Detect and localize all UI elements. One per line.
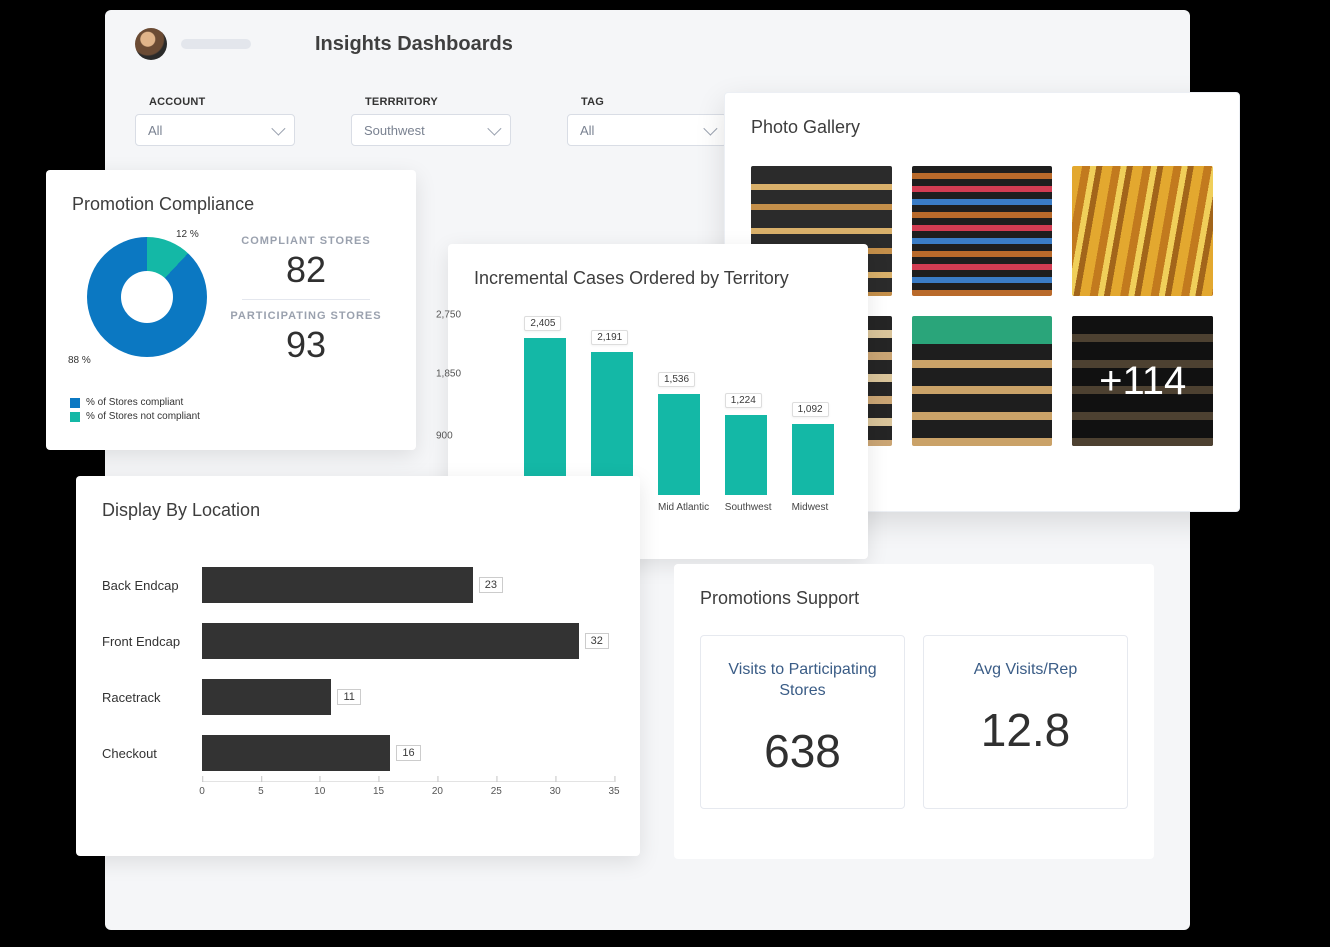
legend-item-notcompliant: % of Stores not compliant <box>70 411 270 422</box>
filter-account: ACCOUNT All <box>135 96 295 146</box>
y-tick: 900 <box>436 431 453 442</box>
incremental-cases-title: Incremental Cases Ordered by Territory <box>474 268 842 289</box>
chevron-down-icon <box>271 122 285 136</box>
y-tick: 1,850 <box>436 368 461 379</box>
bar-value-label: 2,405 <box>524 316 561 331</box>
filter-territory-label: TERRRITORY <box>365 96 511 108</box>
compliant-stores-label: COMPLIANT STORES <box>222 235 390 247</box>
chevron-down-icon <box>487 122 501 136</box>
tile-avg-visits-label: Avg Visits/Rep <box>934 660 1117 681</box>
swatch-icon <box>70 398 80 408</box>
compliance-donut-wrap: 88 % 12 % % of Stores compliant % of Sto… <box>72 225 222 375</box>
tile-avg-visits-value: 12.8 <box>934 703 1117 757</box>
filter-territory: TERRRITORY Southwest <box>351 96 511 146</box>
filters-bar: ACCOUNT All TERRRITORY Southwest TAG All <box>135 96 727 146</box>
participating-stores-label: PARTICIPATING STORES <box>222 310 390 322</box>
x-tick: 10 <box>314 786 325 797</box>
account-select[interactable]: All <box>135 114 295 146</box>
hbar <box>202 567 473 603</box>
bar: 1,092Midwest <box>789 424 836 495</box>
hbar <box>202 735 390 771</box>
hbar-value: 23 <box>479 577 503 593</box>
x-category: Midwest <box>792 502 829 513</box>
gallery-photo[interactable] <box>912 316 1053 446</box>
promotion-compliance-title: Promotion Compliance <box>72 194 390 215</box>
gallery-photo[interactable] <box>912 166 1053 296</box>
legend-notcompliant-label: % of Stores not compliant <box>86 411 200 422</box>
x-tick: 25 <box>491 786 502 797</box>
filter-tag: TAG All <box>567 96 727 146</box>
chevron-down-icon <box>703 122 717 136</box>
hbar-value: 11 <box>337 689 360 705</box>
page-title: Insights Dashboards <box>315 33 513 56</box>
tag-select[interactable]: All <box>567 114 727 146</box>
tile-visits-value: 638 <box>711 724 894 778</box>
hbar-row: Back Endcap 23 <box>102 557 614 613</box>
compliance-stats: COMPLIANT STORES 82 PARTICIPATING STORES… <box>222 225 390 375</box>
hbar-value: 32 <box>585 633 609 649</box>
gallery-photo-more[interactable]: +114 <box>1072 316 1213 446</box>
hbar-label: Back Endcap <box>102 578 202 593</box>
account-select-value: All <box>148 123 162 138</box>
hbar-value: 16 <box>396 745 420 761</box>
photo-gallery-title: Photo Gallery <box>751 117 1213 138</box>
display-by-location-card: Display By Location Back Endcap 23 Front E… <box>76 476 640 856</box>
compliance-legend: % of Stores compliant % of Stores not co… <box>70 397 270 425</box>
filter-tag-label: TAG <box>581 96 727 108</box>
avatar[interactable] <box>135 28 167 60</box>
gallery-more-count: +114 <box>1099 359 1186 404</box>
hbar-row: Front Endcap 32 <box>102 613 614 669</box>
x-tick: 15 <box>373 786 384 797</box>
promotion-compliance-card: Promotion Compliance 88 % 12 % % of Stor… <box>46 170 416 450</box>
territory-select-value: Southwest <box>364 123 425 138</box>
hbar-label: Checkout <box>102 746 202 761</box>
tile-avg-visits: Avg Visits/Rep 12.8 <box>923 635 1128 809</box>
y-tick: 2,750 <box>436 310 461 321</box>
header: Insights Dashboards <box>135 28 513 60</box>
tile-visits: Visits to Participating Stores 638 <box>700 635 905 809</box>
display-by-location-title: Display By Location <box>102 500 614 521</box>
x-category: Southwest <box>725 502 772 513</box>
participating-stores-value: 93 <box>222 324 390 366</box>
donut-label-88: 88 % <box>68 355 91 366</box>
hbar-label: Racetrack <box>102 690 202 705</box>
bar: 1,224Southwest <box>722 415 769 495</box>
display-by-location-chart: Back Endcap 23 Front Endcap 32 Racetrack 11 Ch… <box>102 557 614 837</box>
filter-account-label: ACCOUNT <box>149 96 295 108</box>
legend-item-compliant: % of Stores compliant <box>70 397 270 408</box>
donut-label-12: 12 % <box>176 229 199 240</box>
tile-visits-label: Visits to Participating Stores <box>711 660 894 702</box>
hbar-row: Checkout 16 <box>102 725 614 781</box>
compliance-donut-chart <box>87 237 207 357</box>
bar-value-label: 1,224 <box>725 393 762 408</box>
promotions-support-title: Promotions Support <box>700 588 1128 609</box>
bar-value-label: 1,536 <box>658 372 695 387</box>
hbar <box>202 679 331 715</box>
x-category: Mid Atlantic <box>658 502 709 513</box>
x-tick: 5 <box>258 786 264 797</box>
territory-select[interactable]: Southwest <box>351 114 511 146</box>
gallery-photo[interactable] <box>1072 166 1213 296</box>
x-tick: 20 <box>432 786 443 797</box>
bar-value-label: 1,092 <box>792 402 829 417</box>
x-tick: 35 <box>608 786 619 797</box>
bar-value-label: 2,191 <box>591 330 628 345</box>
bar: 2,405Northeast <box>522 338 569 495</box>
x-tick: 0 <box>199 786 205 797</box>
bar: 2,191Westcoast <box>589 352 636 495</box>
legend-compliant-label: % of Stores compliant <box>86 397 183 408</box>
compliant-stores-value: 82 <box>222 249 390 291</box>
hbar <box>202 623 579 659</box>
x-tick: 30 <box>550 786 561 797</box>
bar: 1,536Mid Atlantic <box>656 394 703 495</box>
swatch-icon <box>70 412 80 422</box>
hbar-row: Racetrack 11 <box>102 669 614 725</box>
user-name-placeholder <box>181 39 251 49</box>
hbar-label: Front Endcap <box>102 634 202 649</box>
promotions-support-card: Promotions Support Visits to Participati… <box>674 564 1154 859</box>
tag-select-value: All <box>580 123 594 138</box>
